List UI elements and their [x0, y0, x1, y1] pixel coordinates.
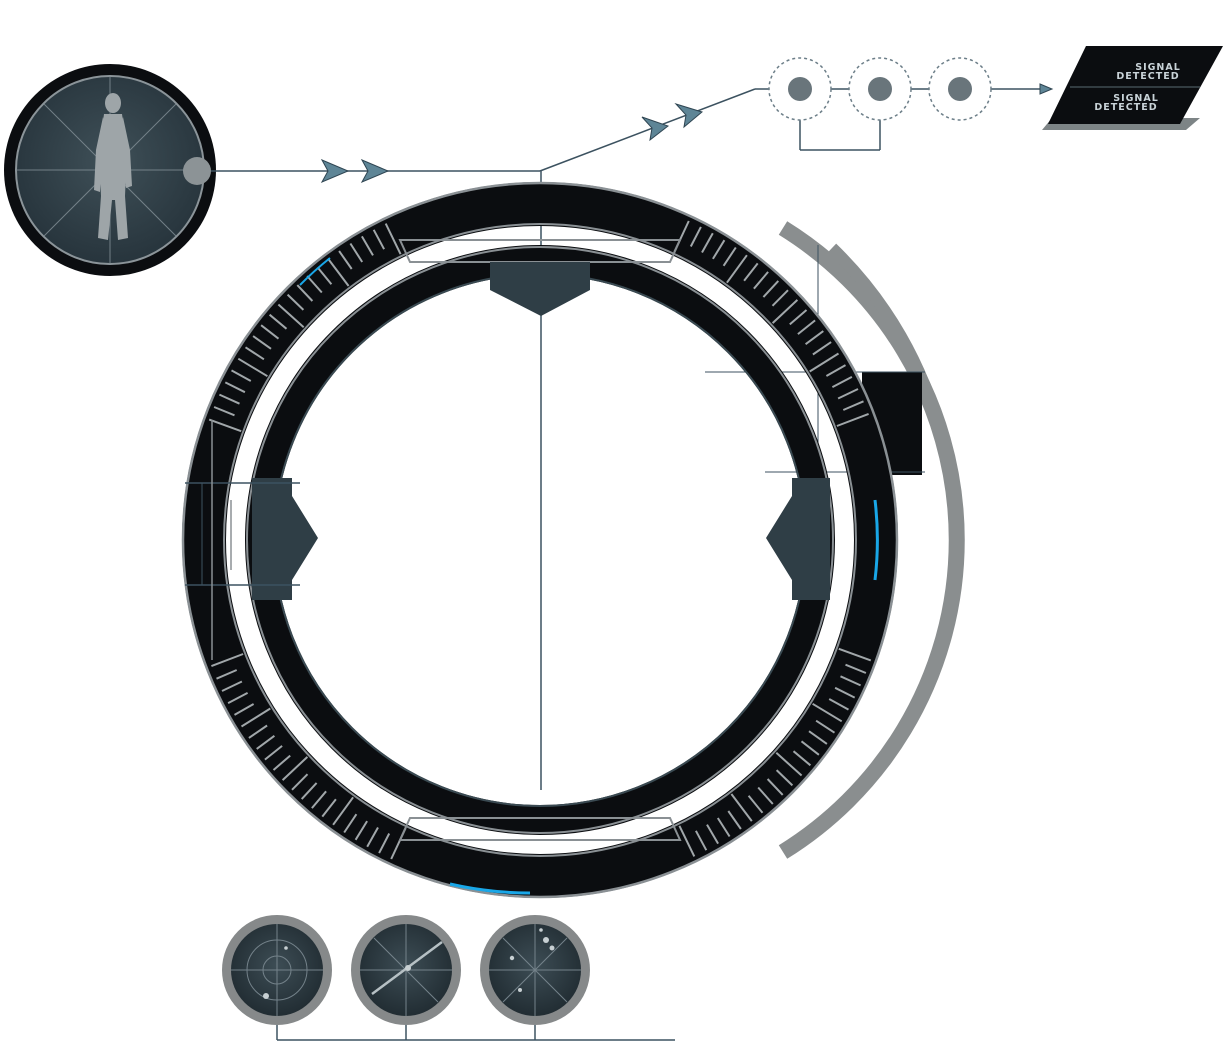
top-notch-marker: [490, 262, 590, 316]
signal-label-2b: DETECTED: [1094, 102, 1157, 113]
hud-canvas: SIGNAL DETECTED SIGNAL DETECTED: [4, 46, 1223, 1041]
radar-connector-line: [276, 1025, 675, 1041]
signal-label-1b: DETECTED: [1116, 71, 1179, 82]
direction-arrow-icon: [641, 116, 670, 142]
radar-scope-icon[interactable]: [480, 915, 590, 1025]
target-node-icon[interactable]: [768, 57, 832, 121]
left-notch-marker: [252, 478, 318, 600]
main-dial-ring: [181, 181, 899, 899]
right-notch-marker: [766, 478, 830, 600]
radar-scope-icon[interactable]: [222, 915, 332, 1025]
portrait-connector-node[interactable]: [183, 157, 211, 185]
radar-scope-icon[interactable]: [351, 915, 461, 1025]
direction-arrow-icon: [1039, 83, 1054, 95]
signal-detected-badge[interactable]: SIGNAL DETECTED SIGNAL DETECTED: [1042, 46, 1223, 130]
target-node-icon[interactable]: [928, 57, 992, 121]
target-node-icon[interactable]: [848, 57, 912, 121]
direction-arrow-icon: [674, 102, 704, 129]
